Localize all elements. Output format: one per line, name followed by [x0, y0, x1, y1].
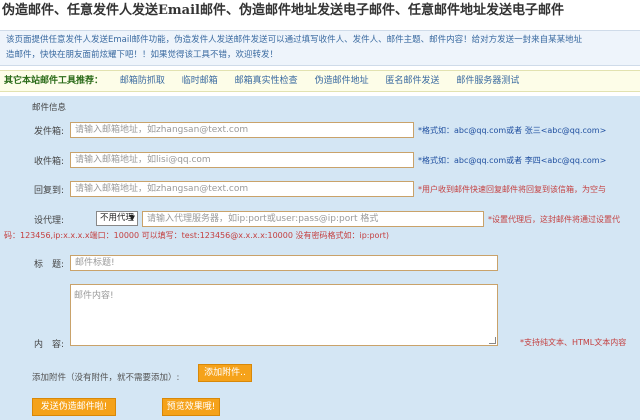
- tools-label: 其它本站邮件工具推荐：: [4, 76, 104, 86]
- proxy-example: 码：123456,ip:x.x.x.x端口：10000 可以填写：test:12…: [4, 231, 390, 240]
- proxy-select[interactable]: 不用代理 ▼: [96, 211, 138, 226]
- intro-line-1: 该页面提供任意发件人发送Email邮件功能，伪造发件人发送邮件发送可以通过填写收…: [6, 35, 583, 45]
- to-label: 收件箱:: [34, 157, 65, 167]
- from-input[interactable]: 请输入邮箱地址，如zhangsan@text.com: [70, 122, 414, 138]
- subject-label: 标 题:: [34, 260, 65, 270]
- page-title: 伪造邮件、任意发件人发送Email邮件、伪造邮件地址发送电子邮件、任意邮件地址发…: [2, 3, 564, 18]
- to-note: *格式如：abc@qq.com或者 李四<abc@qq.com>: [418, 156, 607, 165]
- attachment-label: 添加附件（没有附件，就不需要添加）:: [32, 373, 180, 383]
- preview-button[interactable]: 预览效果哦!: [162, 398, 220, 416]
- content-textarea[interactable]: 邮件内容!: [70, 284, 498, 346]
- content-note: *支持纯文本、HTML文本内容: [520, 338, 627, 347]
- section-title: 邮件信息: [32, 103, 67, 113]
- content-label: 内 容:: [34, 340, 65, 350]
- tool-link-anonymous-send[interactable]: 匿名邮件发送: [385, 76, 439, 86]
- tool-link-fake-address[interactable]: 伪造邮件地址: [315, 76, 369, 86]
- tools-bar: 其它本站邮件工具推荐： 邮箱防抓取 临时邮箱 邮箱真实性检查 伪造邮件地址 匿名…: [0, 70, 640, 92]
- reply-input[interactable]: 请输入邮箱地址，如zhangsan@text.com: [70, 181, 414, 197]
- chevron-down-icon: ▼: [129, 214, 135, 222]
- content-placeholder: 邮件内容!: [74, 291, 114, 301]
- proxy-label: 设代理:: [34, 216, 65, 226]
- to-input[interactable]: 请输入邮箱地址，如lisi@qq.com: [70, 152, 414, 168]
- tool-link-server-test[interactable]: 邮件服务器测试: [456, 76, 519, 86]
- proxy-note: *设置代理后，这封邮件将通过设置代: [488, 215, 620, 224]
- send-button[interactable]: 发送伪造邮件啦!: [32, 398, 116, 416]
- resize-grip-icon[interactable]: [489, 337, 496, 344]
- reply-label: 回复到:: [34, 186, 65, 196]
- intro-banner: 该页面提供任意发件人发送Email邮件功能，伪造发件人发送邮件发送可以通过填写收…: [0, 30, 640, 66]
- mail-form: 邮件信息 发件箱: 请输入邮箱地址，如zhangsan@text.com *格式…: [0, 96, 640, 420]
- tool-link-anti-crawl[interactable]: 邮箱防抓取: [120, 76, 165, 86]
- from-note: *格式如：abc@qq.com或者 张三<abc@qq.com>: [418, 126, 607, 135]
- reply-note: *用户收到邮件快速回复邮件将回复到该信箱，为空与: [418, 185, 606, 194]
- tool-link-temp-mailbox[interactable]: 临时邮箱: [182, 76, 218, 86]
- from-label: 发件箱:: [34, 127, 65, 137]
- tool-link-verify-mailbox[interactable]: 邮箱真实性检查: [235, 76, 298, 86]
- subject-input[interactable]: 邮件标题!: [70, 255, 498, 271]
- intro-line-2: 造邮件，快快在朋友面前炫耀下吧！！如果觉得该工具不错，欢迎转发！: [6, 50, 279, 60]
- add-attachment-button[interactable]: 添加附件..: [198, 364, 252, 382]
- proxy-input[interactable]: 请输入代理服务器，如ip:port或user:pass@ip:port 格式: [142, 211, 484, 227]
